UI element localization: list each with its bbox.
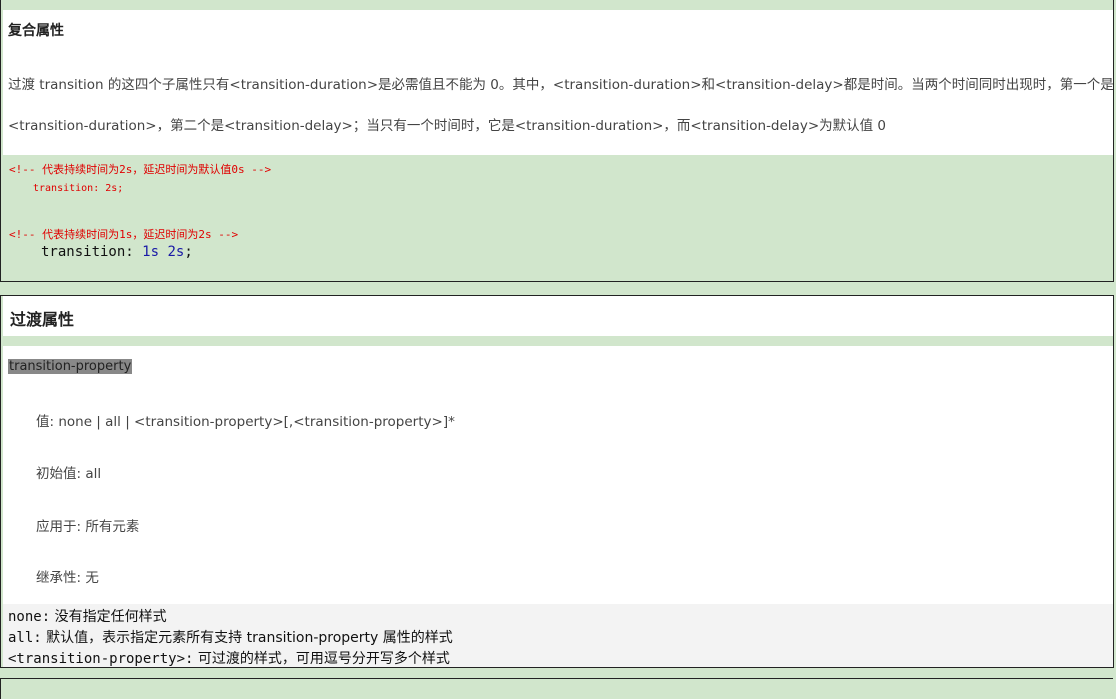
transition-attributes-section: 过渡属性 transition-property 值: none | all |… [0,295,1114,668]
note-text: 可过渡的样式，可用逗号分开写多个样式 [193,651,450,667]
property-value-row: 值: none | all | <transition-property>[,<… [36,414,455,430]
next-section-edge [0,678,1113,699]
property-block [3,346,1113,604]
code-semicolon: ; [184,244,193,260]
note-key: <transition-property>: [8,651,194,667]
composite-attributes-section: 复合属性 过渡 transition 的这四个子属性只有<transition-… [0,0,1114,282]
code-value: 1s 2s [142,244,185,260]
note-text: 默认值，表示指定元素所有支持 transition-property 属性的样式 [41,630,453,646]
note-key: all: [8,630,42,646]
code-line: transition: 1s 2s; [41,244,193,260]
code-line: transition: 2s; [33,183,124,194]
code-comment: <!-- 代表持续时间为2s，延迟时间为默认值0s --> [9,163,272,176]
note-line: <transition-property>: 可过渡的样式，可用逗号分开写多个样… [8,648,450,668]
note-line: all: 默认值，表示指定元素所有支持 transition-property … [8,627,453,647]
section-title: 复合属性 [8,23,64,39]
paragraph-line-1: 过渡 transition 的这四个子属性只有<transition-durat… [8,77,1114,93]
note-key: none: [8,609,51,625]
code-comment: <!-- 代表持续时间为1s，延迟时间为2s --> [9,228,239,241]
highlighted-property-name: transition-property [8,359,133,374]
property-applies-row: 应用于: 所有元素 [36,519,140,535]
note-text: 没有指定任何样式 [50,609,167,625]
code-property: transition: [41,244,134,260]
section-title: 过渡属性 [10,310,75,329]
paragraph-line-2: <transition-duration>，第二个是<transition-de… [8,118,887,134]
note-line: none: 没有指定任何样式 [8,606,167,626]
property-inherit-row: 继承性: 无 [36,570,99,586]
property-initial-row: 初始值: all [36,466,102,482]
title-block [3,296,1113,336]
